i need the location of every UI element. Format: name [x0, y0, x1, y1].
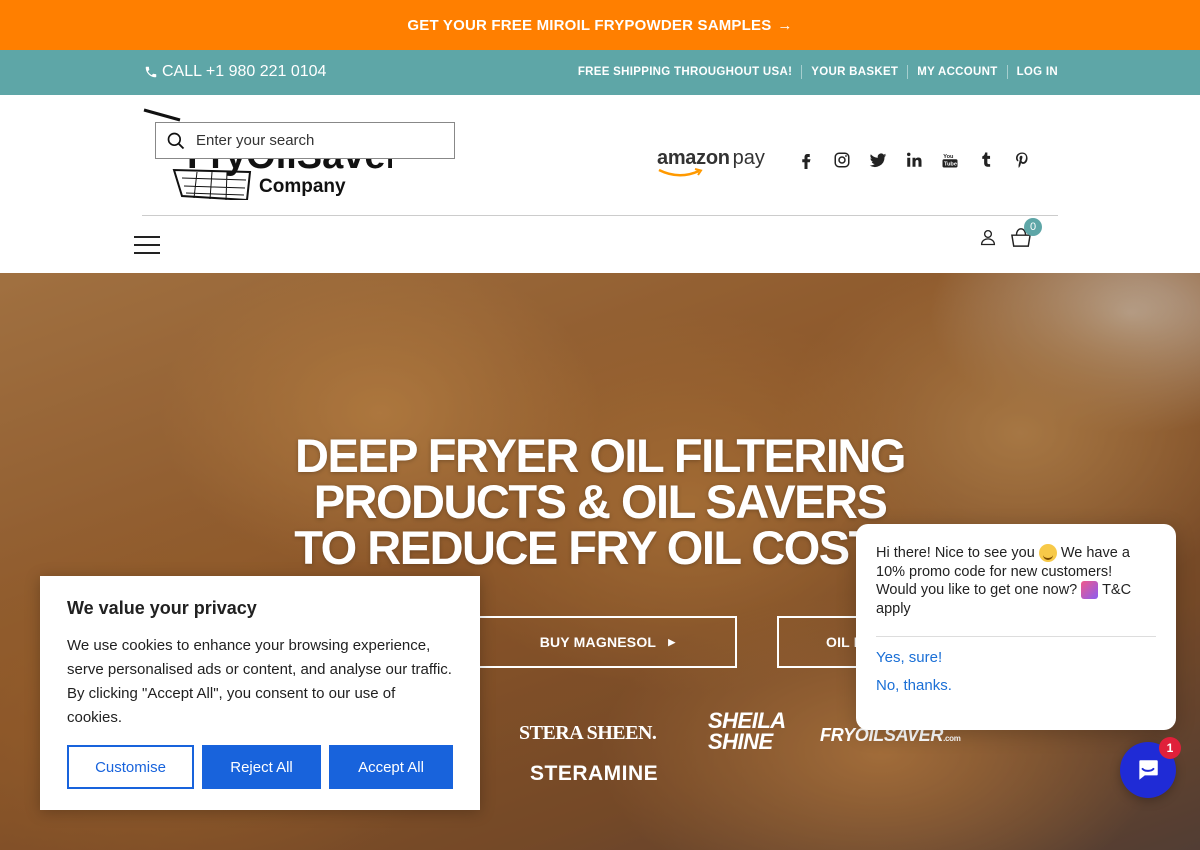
chat-message: Hi there! Nice to see you We have a 10% … — [876, 544, 1156, 637]
sterasheen-logo: STERA SHEEN. — [519, 722, 657, 744]
cookie-consent-banner: We value your privacy We use cookies to … — [40, 576, 480, 810]
customise-button[interactable]: Customise — [67, 745, 194, 789]
header-divider — [142, 215, 1058, 216]
twitter-icon[interactable] — [868, 150, 888, 170]
amazon-pay-logo: amazon pay — [657, 147, 765, 177]
chat-notification-badge: 1 — [1159, 737, 1181, 759]
buy-magnesol-button[interactable]: BUY MAGNESOL ▶ — [478, 616, 737, 668]
search-input[interactable] — [196, 132, 436, 149]
shopping-bags-icon — [1081, 581, 1099, 600]
instagram-icon[interactable] — [832, 150, 852, 170]
pinterest-icon[interactable] — [1012, 150, 1032, 170]
chat-no-option[interactable]: No, thanks. — [876, 677, 1156, 694]
promo-banner[interactable]: GET YOUR FREE MIROIL FRYPOWDER SAMPLES → — [0, 0, 1200, 50]
play-arrow-icon: ▶ — [668, 636, 676, 647]
log-in-link[interactable]: LOG IN — [1006, 65, 1058, 79]
free-shipping-link[interactable]: FREE SHIPPING THROUGHOUT USA! — [569, 65, 801, 79]
cookie-description: We use cookies to enhance your browsing … — [67, 637, 452, 726]
social-links: You Tube — [796, 150, 1032, 170]
steramine-logo: STERAMINE — [530, 762, 659, 785]
arrow-right-icon: → — [777, 16, 793, 34]
youtube-icon[interactable]: You Tube — [940, 150, 960, 170]
phone-icon — [145, 66, 157, 78]
top-links: FREE SHIPPING THROUGHOUT USA! YOUR BASKE… — [569, 65, 1058, 79]
svg-text:Tube: Tube — [944, 162, 957, 168]
tumblr-icon[interactable] — [976, 150, 996, 170]
my-account-link[interactable]: MY ACCOUNT — [907, 65, 1006, 79]
svg-text:Company: Company — [259, 176, 346, 197]
promo-text: GET YOUR FREE MIROIL FRYPOWDER SAMPLES — [407, 16, 772, 34]
chat-popup: Hi there! Nice to see you We have a 10% … — [856, 524, 1176, 730]
smiley-icon — [1038, 544, 1057, 563]
search-box[interactable] — [155, 122, 455, 159]
search-icon[interactable] — [166, 131, 186, 151]
linkedin-icon[interactable] — [904, 150, 924, 170]
chat-yes-option[interactable]: Yes, sure! — [876, 649, 1156, 666]
user-account-icon[interactable] — [979, 228, 997, 246]
svg-text:You: You — [943, 154, 954, 160]
accept-all-button[interactable]: Accept All — [329, 745, 453, 789]
facebook-icon[interactable] — [796, 150, 816, 170]
hamburger-menu-icon[interactable] — [134, 236, 160, 258]
amazon-smile-icon — [658, 168, 703, 177]
phone-link[interactable]: CALL +1 980 221 0104 — [144, 63, 326, 81]
basket-count-badge: 0 — [1024, 218, 1042, 236]
your-basket-link[interactable]: YOUR BASKET — [801, 65, 907, 79]
site-header: FryOilSaver Company amazonpay YouTube 0 — [0, 95, 1200, 273]
phone-number: CALL +1 980 221 0104 — [162, 63, 327, 80]
reject-all-button[interactable]: Reject All — [202, 745, 321, 789]
sheila-shine-logo: SHEILA SHINE — [708, 708, 786, 754]
chat-icon — [1139, 760, 1158, 780]
cookie-title: We value your privacy — [67, 598, 257, 618]
cookie-buttons: Customise Reject All Accept All — [67, 745, 453, 789]
top-bar: CALL +1 980 221 0104 FREE SHIPPING THROU… — [0, 50, 1200, 95]
